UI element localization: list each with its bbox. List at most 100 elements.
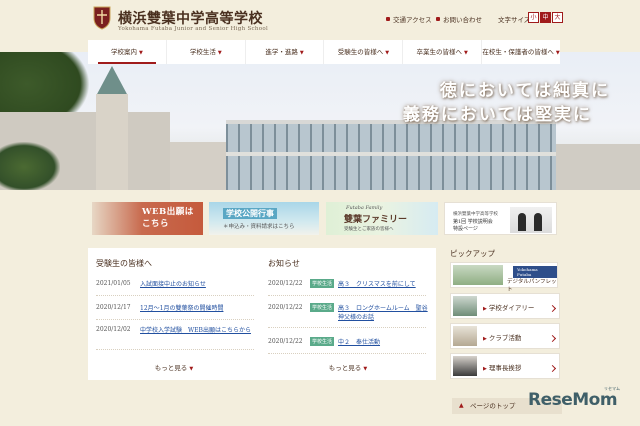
category-badge: 学校生活 [310, 303, 335, 312]
more-label: もっと見る [154, 364, 188, 372]
club-thumbnail [453, 326, 477, 346]
bullet-icon [386, 17, 390, 21]
page-top-label: ページのトップ [470, 402, 516, 410]
triangle-right-icon: ▶ [483, 366, 487, 372]
family-title: 雙葉ファミリー [344, 215, 408, 225]
triangle-up-icon: ▲ [459, 402, 464, 409]
font-size-medium-button[interactable]: 中 [540, 12, 551, 23]
building-right [556, 144, 640, 190]
news-date: 2021/01/05 [96, 280, 131, 287]
students-photo [510, 207, 552, 233]
chevron-down-icon: ▼ [189, 366, 194, 372]
nav-item-school-guide[interactable]: 学校案内 ▼ [88, 40, 167, 64]
campus-photo [453, 265, 503, 285]
nav-label: 学校案内 [110, 48, 137, 56]
triangle-right-icon: ▶ [483, 306, 487, 312]
briefing-session-banner[interactable]: 横浜雙葉中学高等学校 第1回 学校説明会 特設ページ [444, 202, 557, 235]
tree-shape [0, 142, 60, 190]
news-link[interactable]: 高３ ロングホームルーム 聖谷神父様のお話 [338, 304, 428, 322]
side-link-label: ▶ 理事長挨拶 [483, 362, 521, 372]
digital-pamphlet-banner[interactable]: Yokohama Futaba デジタルパンフレット [450, 262, 558, 293]
hero-image: 徳においては純真に 義務においては堅実に [0, 52, 640, 190]
glass-building-band [226, 152, 556, 156]
news-link[interactable]: 中２ 奉仕活動 [338, 338, 380, 347]
chairman-greeting-link[interactable]: ▶ 理事長挨拶 [450, 353, 560, 379]
contact-link[interactable]: お問い合わせ [436, 14, 482, 24]
chevron-right-icon [548, 304, 557, 313]
school-event-subtitle: ＊申込み・資料請求はこちら [223, 224, 295, 230]
side-link-text: クラブ活動 [488, 334, 522, 342]
news-date: 2020/12/02 [96, 326, 131, 333]
building-middle [170, 142, 228, 190]
list-item: 2020/12/22 学校生活 中２ 奉仕活動 [268, 337, 426, 354]
more-label: もっと見る [328, 364, 362, 372]
news-date: 2020/12/22 [268, 338, 303, 345]
news-link[interactable]: 高３ クリスマスを前にして [338, 280, 416, 289]
applicants-news-panel: 受験生の皆様へ 2021/01/05 入試面接中止のお知らせ 2020/12/1… [88, 248, 260, 380]
building-left [0, 112, 170, 190]
chevron-down-icon: ▼ [138, 50, 143, 56]
list-item: 2020/12/22 学校生活 高３ ロングホームルーム 聖谷神父様のお話 [268, 303, 428, 328]
access-link[interactable]: 交通アクセス [386, 14, 432, 24]
list-item: 2020/12/17 12月～1月の雙葉祭の開催時間 [96, 304, 254, 320]
font-size-label: 文字サイズ [498, 16, 531, 24]
nav-label: 卒業生の皆様へ [416, 48, 463, 56]
nav-label: 在校生・保護者の皆様へ [482, 48, 554, 56]
futaba-family-banner[interactable]: Futaba Family 雙葉ファミリー 受験生とご家族の皆様へ [326, 202, 438, 235]
nav-item-applicants[interactable]: 受験生の皆様へ ▼ [324, 40, 404, 64]
club-activity-link[interactable]: ▶ クラブ活動 [450, 323, 560, 349]
notices-title: お知らせ [268, 259, 300, 268]
resemom-watermark-sub: リセマム [604, 386, 620, 391]
chevron-down-icon: ▼ [385, 50, 390, 56]
school-event-banner[interactable]: 学校公開行事 ＊申込み・資料請求はこちら [209, 202, 319, 235]
side-link-label: ▶ クラブ活動 [483, 332, 521, 342]
news-date: 2020/12/17 [96, 304, 131, 311]
font-size-small-button[interactable]: 小 [528, 12, 539, 23]
news-link[interactable]: 12月～1月の雙葉祭の開催時間 [140, 304, 223, 313]
nav-label: 進学・進路 [265, 48, 298, 56]
diary-thumbnail [453, 296, 477, 316]
tower-roof [96, 66, 128, 96]
news-link[interactable]: 中学校入学試験 WEB出願はこちらから [140, 326, 254, 335]
contact-label: お問い合わせ [443, 16, 482, 24]
school-diary-link[interactable]: ▶ 学校ダイアリー [450, 293, 560, 319]
web-apply-banner[interactable]: WEB出願は こちら [92, 202, 203, 235]
nav-item-students-parents[interactable]: 在校生・保護者の皆様へ ▼ [482, 40, 560, 64]
school-name[interactable]: 横浜雙葉中学高等学校 [118, 8, 263, 28]
news-link[interactable]: 入試面接中止のお知らせ [140, 280, 206, 289]
side-link-text: 理事長挨拶 [488, 364, 522, 372]
more-link[interactable]: もっと見る ▼ [260, 362, 436, 372]
briefing-small-text: 横浜雙葉中学高等学校 [453, 212, 498, 217]
chevron-down-icon: ▼ [464, 50, 468, 56]
resemom-watermark-logo: ReseMom [528, 390, 618, 410]
chevron-down-icon: ▼ [217, 50, 222, 56]
family-subtitle: 受験生とご家族の皆様へ [344, 227, 394, 232]
family-small-text: Futaba Family [346, 205, 383, 211]
list-item: 2021/01/05 入試面接中止のお知らせ [96, 280, 254, 296]
applicants-news-title: 受験生の皆様へ [96, 259, 152, 268]
access-label: 交通アクセス [393, 16, 432, 24]
school-name-english: Yokohama Futaba Junior and Senior High S… [118, 26, 269, 32]
nav-item-school-life[interactable]: 学校生活 ▼ [167, 40, 246, 64]
bell-tower [96, 94, 128, 190]
chevron-right-icon [548, 334, 557, 343]
font-size-large-button[interactable]: 大 [552, 12, 563, 23]
category-badge: 学校生活 [310, 337, 335, 346]
list-item: 2020/12/22 学校生活 高３ クリスマスを前にして [268, 279, 426, 296]
category-badge: 学校生活 [310, 279, 335, 288]
school-crest-icon[interactable] [93, 6, 111, 30]
chairman-thumbnail [453, 356, 477, 376]
more-link[interactable]: もっと見る ▼ [88, 362, 260, 372]
motto-line-1: 徳においては純真に [439, 81, 610, 101]
site-header: 横浜雙葉中学高等学校 Yokohama Futaba Junior and Se… [0, 0, 640, 40]
chevron-down-icon: ▼ [363, 366, 368, 372]
nav-label: 受験生の皆様へ [337, 48, 384, 56]
list-item: 2020/12/02 中学校入学試験 WEB出願はこちらから [96, 326, 254, 350]
nav-label: 学校生活 [189, 48, 216, 56]
triangle-right-icon: ▶ [483, 336, 487, 342]
news-date: 2020/12/22 [268, 280, 303, 287]
glass-building [226, 120, 556, 190]
motto-line-2: 義務においては堅実に [402, 105, 592, 125]
nav-item-career[interactable]: 進学・進路 ▼ [246, 40, 325, 64]
nav-item-alumni[interactable]: 卒業生の皆様へ ▼ [403, 40, 483, 64]
